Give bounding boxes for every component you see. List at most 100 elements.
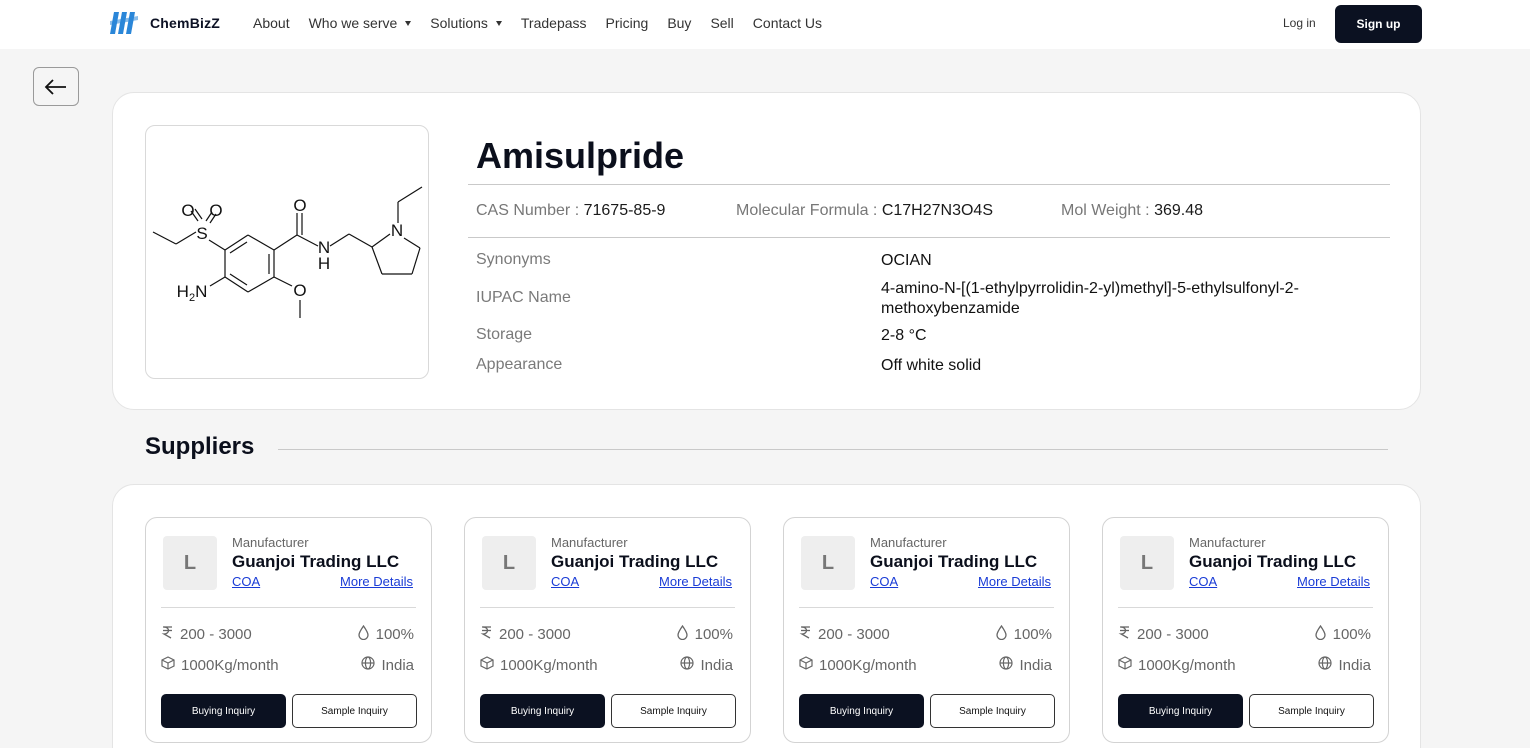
rupee-icon	[1118, 625, 1131, 643]
sample-inquiry-button[interactable]: Sample Inquiry	[292, 694, 417, 728]
sample-inquiry-button[interactable]: Sample Inquiry	[1249, 694, 1374, 728]
country: India	[999, 656, 1052, 674]
more-details-link[interactable]: More Details	[1297, 574, 1370, 589]
buying-inquiry-button[interactable]: Buying Inquiry	[799, 694, 924, 728]
iupac-label: IUPAC Name	[476, 289, 571, 306]
rupee-icon	[799, 625, 812, 643]
synonyms-label: Synonyms	[476, 251, 551, 268]
droplet-icon	[1314, 624, 1327, 644]
divider	[1118, 607, 1373, 608]
sample-inquiry-button[interactable]: Sample Inquiry	[611, 694, 736, 728]
structure-h-amide: H	[318, 254, 330, 273]
synonyms-value: OCIAN	[881, 252, 932, 269]
supplier-company: Guanjoi Trading LLC	[551, 552, 719, 571]
structure-o-carbonyl: O	[293, 196, 306, 215]
supplier-card: L Manufacturer Guanjoi Trading LLC COA More …	[1102, 517, 1389, 743]
supplier-card: L Manufacturer Guanjoi Trading LLC COA More …	[783, 517, 1070, 743]
divider	[278, 449, 1388, 450]
divider	[480, 607, 735, 608]
country: India	[680, 656, 733, 674]
price-range: 200 - 3000	[480, 625, 571, 643]
caret-down-icon	[405, 20, 412, 26]
coa-link[interactable]: COA	[870, 574, 898, 589]
cas-number: CAS Number : 71675-85-9	[476, 202, 666, 219]
nav-link-label: Contact Us	[752, 15, 823, 31]
back-button[interactable]	[33, 67, 79, 106]
nav-link-solutions[interactable]: Solutions	[430, 15, 502, 31]
rupee-icon	[480, 625, 493, 643]
appearance-label: Appearance	[476, 356, 563, 373]
storage-value: 2-8 °C	[881, 327, 927, 344]
appearance-value: Off white solid	[881, 357, 982, 374]
capacity: 1000Kg/month	[480, 656, 598, 674]
nav-link-who-we-serve[interactable]: Who we serve	[309, 15, 412, 31]
coa-link[interactable]: COA	[551, 574, 579, 589]
structure-amine: H2N	[177, 282, 208, 304]
nav-link-contact-us[interactable]: Contact Us	[753, 15, 822, 31]
molecular-weight: Mol Weight : 369.48	[1061, 202, 1204, 219]
molecule-diagram: O O S O N H N H2N O	[152, 186, 423, 318]
top-navbar: ChemBizZ About Who we serve Solutions Trade…	[0, 0, 1530, 49]
product-card: O O S O N H N H2N O Amisulpride CAS Numb…	[112, 92, 1421, 410]
login-link[interactable]: Log in	[1283, 16, 1316, 30]
structure-o-methoxy: O	[293, 281, 306, 300]
globe-icon	[361, 656, 376, 674]
droplet-icon	[357, 624, 370, 644]
nav-link-label: Who we serve	[308, 15, 398, 31]
divider	[468, 184, 1390, 185]
nav-link-buy[interactable]: Buy	[667, 15, 691, 31]
arrow-left-icon	[44, 78, 66, 95]
coa-link[interactable]: COA	[1189, 574, 1217, 589]
brand-name: ChemBizZ	[150, 15, 221, 31]
supplier-role: Manufacturer	[1189, 535, 1266, 550]
supplier-avatar: L	[801, 536, 855, 590]
chemical-structure: O O S O N H N H2N O	[145, 125, 429, 379]
sample-inquiry-button[interactable]: Sample Inquiry	[930, 694, 1055, 728]
supplier-card: L Manufacturer Guanjoi Trading LLC COA More …	[464, 517, 751, 743]
more-details-link[interactable]: More Details	[659, 574, 732, 589]
nav-link-label: Buy	[667, 15, 692, 31]
rupee-icon	[161, 625, 174, 643]
droplet-icon	[676, 624, 689, 644]
supplier-card: L Manufacturer Guanjoi Trading LLC COA More …	[145, 517, 432, 743]
suppliers-heading: Suppliers	[145, 433, 255, 460]
more-details-link[interactable]: More Details	[978, 574, 1051, 589]
buying-inquiry-button[interactable]: Buying Inquiry	[161, 694, 286, 728]
supplier-avatar: L	[163, 536, 217, 590]
supplier-company: Guanjoi Trading LLC	[232, 552, 400, 571]
globe-icon	[999, 656, 1014, 674]
supplier-role: Manufacturer	[870, 535, 947, 550]
purity: 100%	[676, 624, 733, 644]
molecular-formula: Molecular Formula : C17H27N3O4S	[736, 202, 993, 219]
supplier-role: Manufacturer	[232, 535, 309, 550]
chembizz-logo-icon	[110, 12, 138, 34]
globe-icon	[680, 656, 695, 674]
supplier-role: Manufacturer	[551, 535, 628, 550]
nav-link-tradepass[interactable]: Tradepass	[521, 15, 587, 31]
box-icon	[480, 656, 494, 674]
price-range: 200 - 3000	[161, 625, 252, 643]
nav-link-pricing[interactable]: Pricing	[606, 15, 649, 31]
signup-button[interactable]: Sign up	[1335, 5, 1422, 43]
capacity: 1000Kg/month	[1118, 656, 1236, 674]
nav-link-sell[interactable]: Sell	[710, 15, 733, 31]
price-range: 200 - 3000	[1118, 625, 1209, 643]
divider	[799, 607, 1054, 608]
nav-link-label: Tradepass	[520, 15, 587, 31]
nav-link-label: About	[253, 15, 290, 31]
coa-link[interactable]: COA	[232, 574, 260, 589]
capacity: 1000Kg/month	[799, 656, 917, 674]
more-details-link[interactable]: More Details	[340, 574, 413, 589]
price-range: 200 - 3000	[799, 625, 890, 643]
country: India	[1318, 656, 1371, 674]
supplier-avatar: L	[1120, 536, 1174, 590]
brand-logo[interactable]: ChemBizZ	[110, 12, 220, 34]
buying-inquiry-button[interactable]: Buying Inquiry	[1118, 694, 1243, 728]
purity: 100%	[357, 624, 414, 644]
capacity: 1000Kg/month	[161, 656, 279, 674]
droplet-icon	[995, 624, 1008, 644]
nav-link-about[interactable]: About	[253, 15, 290, 31]
nav-link-label: Sell	[710, 15, 734, 31]
purity: 100%	[1314, 624, 1371, 644]
buying-inquiry-button[interactable]: Buying Inquiry	[480, 694, 605, 728]
